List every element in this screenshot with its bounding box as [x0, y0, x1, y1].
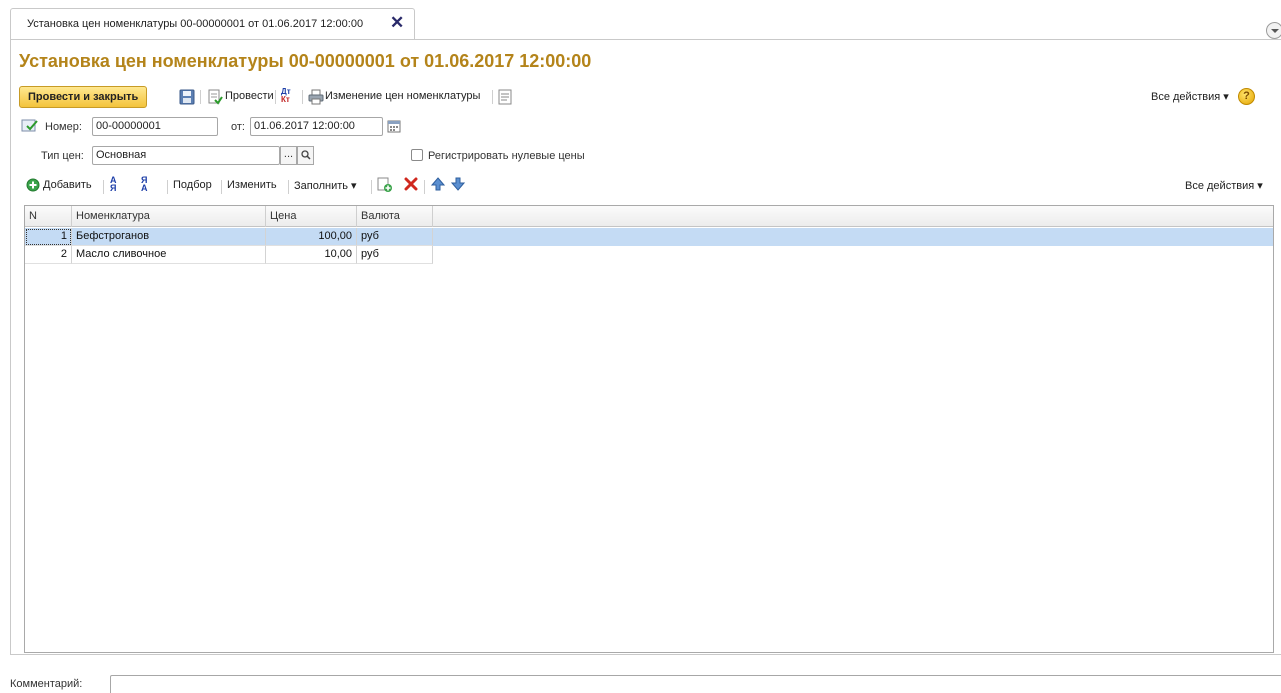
copy-row-icon[interactable] — [377, 177, 393, 196]
add-icon — [26, 178, 40, 195]
comment-label: Комментарий: — [10, 678, 83, 690]
move-down-icon[interactable] — [450, 177, 466, 194]
all-actions-menu[interactable]: Все действия ▾ — [1151, 90, 1229, 103]
tab-menu-icon[interactable] — [1266, 22, 1281, 39]
register-zero-prices-checkbox[interactable] — [411, 149, 423, 161]
date-label: от: — [231, 121, 245, 133]
row-number: 1 — [25, 228, 72, 246]
column-header-price[interactable]: Цена — [266, 206, 357, 227]
item-cell[interactable]: Масло сливочное — [72, 246, 266, 264]
printer-icon — [308, 89, 324, 108]
currency-cell[interactable]: руб — [357, 228, 433, 246]
dtkt-icon[interactable]: Дт Кт — [281, 88, 291, 104]
post-button[interactable]: Провести — [225, 90, 274, 102]
column-header-item[interactable]: Номенклатура — [72, 206, 266, 227]
document-tab[interactable]: Установка цен номенклатуры 00-00000001 о… — [10, 8, 415, 39]
post-icon — [207, 89, 223, 108]
close-icon[interactable]: ✕ — [390, 14, 404, 32]
table-row[interactable]: 2 Масло сливочное 10,00 руб — [25, 246, 1273, 264]
calendar-icon[interactable] — [387, 119, 401, 136]
pick-button[interactable]: Подбор — [173, 179, 212, 191]
number-field[interactable]: 00-00000001 — [92, 117, 218, 136]
document-status-icon — [21, 118, 39, 136]
currency-cell[interactable]: руб — [357, 246, 433, 264]
move-up-icon[interactable] — [430, 177, 446, 194]
price-type-label: Тип цен: — [41, 150, 84, 162]
sort-ascending-icon[interactable]: АЯ — [110, 176, 117, 193]
column-header-currency[interactable]: Валюта — [357, 206, 433, 227]
price-type-field[interactable]: Основная — [92, 146, 280, 165]
row-number: 2 — [25, 246, 72, 264]
command-bar: Провести и закрыть Провести Дт Кт Изменен… — [19, 86, 1274, 108]
table-all-actions-menu[interactable]: Все действия ▾ — [1185, 179, 1263, 192]
help-icon[interactable]: ? — [1238, 88, 1255, 105]
fill-menu[interactable]: Заполнить ▾ — [294, 179, 357, 192]
tab-title: Установка цен номенклатуры 00-00000001 о… — [27, 18, 364, 30]
column-header-n[interactable]: N — [25, 206, 72, 227]
item-cell[interactable]: Бефстроганов — [72, 228, 266, 246]
price-cell[interactable]: 10,00 — [266, 246, 357, 264]
prices-table: N Номенклатура Цена Валюта 1 Бефстрогано… — [24, 205, 1274, 653]
delete-icon[interactable] — [404, 177, 418, 194]
date-field[interactable]: 01.06.2017 12:00:00 — [250, 117, 383, 136]
search-icon[interactable] — [297, 146, 314, 165]
table-header: N Номенклатура Цена Валюта — [25, 206, 1273, 227]
number-label: Номер: — [45, 121, 82, 133]
tab-strip: Установка цен номенклатуры 00-00000001 о… — [0, 0, 1281, 40]
page-title: Установка цен номенклатуры 00-00000001 о… — [19, 51, 592, 71]
comment-field[interactable] — [110, 675, 1281, 693]
save-icon[interactable] — [179, 89, 195, 108]
add-row-button[interactable]: Добавить — [43, 179, 92, 191]
change-button[interactable]: Изменить — [227, 179, 277, 191]
price-type-select-button[interactable]: ... — [280, 146, 297, 165]
print-price-changes-button[interactable]: Изменение цен номенклатуры — [325, 90, 480, 102]
report-icon[interactable] — [498, 89, 512, 108]
table-row[interactable]: 1 Бефстроганов 100,00 руб — [25, 228, 1273, 246]
price-cell[interactable]: 100,00 — [266, 228, 357, 246]
post-and-close-button[interactable]: Провести и закрыть — [19, 86, 148, 108]
register-zero-prices-label: Регистрировать нулевые цены — [428, 150, 585, 162]
sort-descending-icon[interactable]: ЯА — [141, 176, 148, 193]
